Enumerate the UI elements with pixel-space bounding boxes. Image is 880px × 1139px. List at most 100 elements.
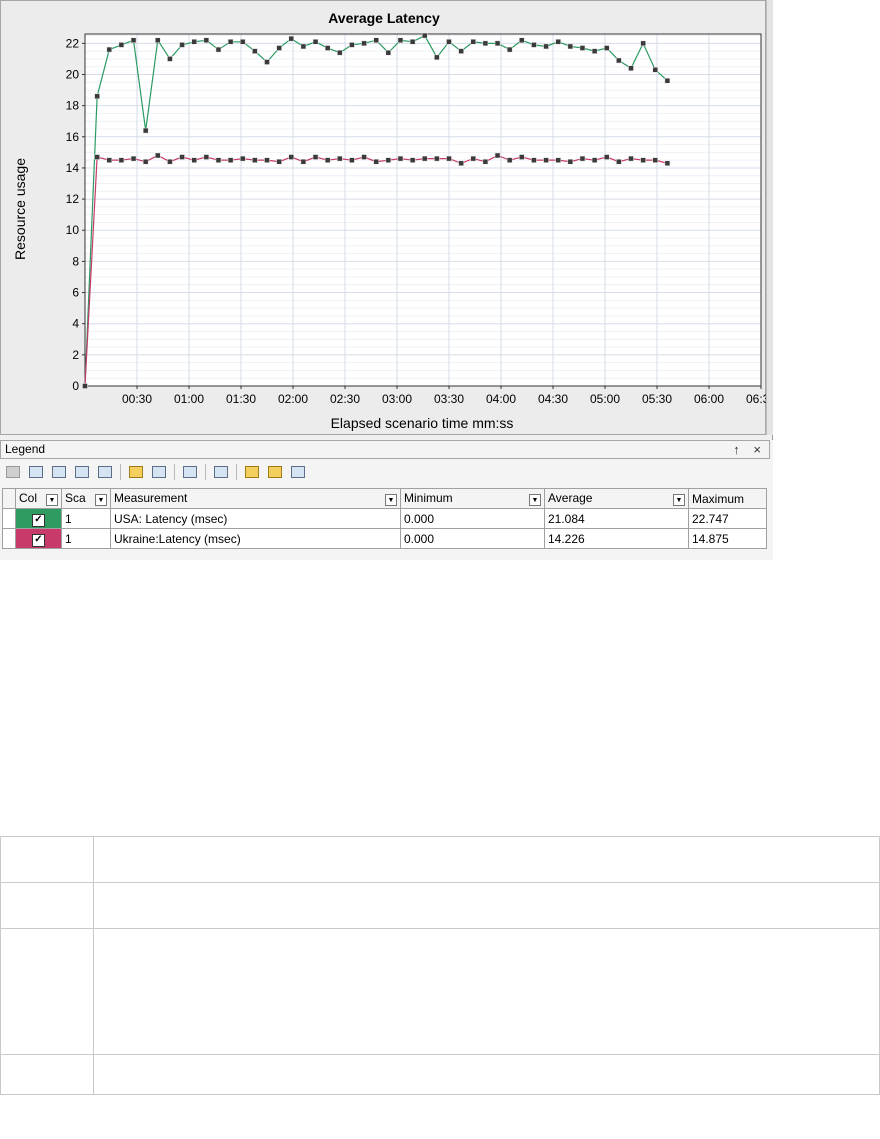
data-point[interactable] xyxy=(227,157,234,163)
table-row[interactable]: ✓ 1 USA: Latency (msec) 0.000 21.084 22.… xyxy=(2,508,767,529)
data-point[interactable] xyxy=(567,43,574,50)
data-point[interactable] xyxy=(215,157,222,163)
chevron-down-icon[interactable]: ▼ xyxy=(673,494,685,506)
data-point[interactable] xyxy=(409,157,416,163)
chart-scrollbar[interactable] xyxy=(766,0,773,435)
data-point[interactable] xyxy=(567,158,574,165)
data-point[interactable] xyxy=(252,157,258,163)
data-point[interactable] xyxy=(446,155,452,162)
column-header-color[interactable]: Col ▼ xyxy=(15,488,62,509)
data-point[interactable] xyxy=(300,43,307,50)
column-header-minimum[interactable]: Minimum ▼ xyxy=(400,488,545,509)
show-measurement-icon[interactable] xyxy=(50,464,68,480)
data-point[interactable] xyxy=(543,157,549,163)
color-swatch[interactable]: ✓ xyxy=(15,528,62,549)
save-legend-icon[interactable] xyxy=(289,464,307,480)
data-point[interactable] xyxy=(664,160,671,167)
animate-icon[interactable] xyxy=(127,464,145,480)
data-point[interactable] xyxy=(324,45,331,51)
data-point[interactable] xyxy=(349,157,355,163)
data-point[interactable] xyxy=(179,42,185,48)
data-point[interactable] xyxy=(555,157,561,163)
data-point[interactable] xyxy=(458,48,464,54)
data-point[interactable] xyxy=(421,32,428,39)
data-point[interactable] xyxy=(579,155,586,162)
visibility-checkbox[interactable]: ✓ xyxy=(32,513,45,527)
chevron-down-icon[interactable]: ▼ xyxy=(529,494,541,506)
columns-icon[interactable] xyxy=(212,464,230,480)
data-point[interactable] xyxy=(155,152,161,159)
data-point[interactable] xyxy=(252,48,258,54)
data-point[interactable] xyxy=(288,154,295,160)
data-point[interactable] xyxy=(142,158,149,165)
filter-icon[interactable] xyxy=(96,464,114,480)
data-point[interactable] xyxy=(276,45,282,51)
data-point[interactable] xyxy=(543,43,549,50)
color-swatch[interactable]: ✓ xyxy=(15,508,62,529)
chevron-down-icon[interactable]: ▼ xyxy=(46,494,58,506)
data-point[interactable] xyxy=(506,46,513,53)
data-point[interactable] xyxy=(385,157,392,163)
data-point[interactable] xyxy=(482,158,489,165)
data-point[interactable] xyxy=(555,39,561,45)
data-point[interactable] xyxy=(579,45,586,51)
configure-measurement-icon[interactable] xyxy=(27,464,45,480)
data-point[interactable] xyxy=(640,40,646,47)
data-point[interactable] xyxy=(409,39,416,45)
data-point[interactable] xyxy=(421,155,428,162)
data-point[interactable] xyxy=(373,158,379,165)
pin-icon[interactable]: ↑ xyxy=(733,442,740,457)
data-point[interactable] xyxy=(276,158,282,165)
chevron-down-icon[interactable]: ▼ xyxy=(95,494,107,506)
data-point[interactable] xyxy=(640,157,646,163)
remove-measurement-icon[interactable] xyxy=(4,464,22,480)
data-point[interactable] xyxy=(300,158,307,165)
data-point[interactable] xyxy=(519,154,525,160)
data-point[interactable] xyxy=(603,45,610,51)
data-point[interactable] xyxy=(458,160,464,167)
data-point[interactable] xyxy=(385,49,392,56)
export-icon[interactable] xyxy=(181,464,199,480)
data-point[interactable] xyxy=(106,157,113,163)
visibility-checkbox[interactable]: ✓ xyxy=(32,533,45,547)
column-header-average[interactable]: Average ▼ xyxy=(544,488,689,509)
data-point[interactable] xyxy=(652,157,659,163)
data-point[interactable] xyxy=(191,39,197,45)
data-point[interactable] xyxy=(264,157,270,163)
data-point[interactable] xyxy=(167,56,173,62)
row-selector[interactable] xyxy=(2,528,16,549)
data-point[interactable] xyxy=(446,39,452,45)
data-point[interactable] xyxy=(94,154,100,160)
data-point[interactable] xyxy=(312,39,319,45)
data-point[interactable] xyxy=(337,49,343,56)
data-point[interactable] xyxy=(494,152,501,159)
data-point[interactable] xyxy=(215,46,222,53)
data-point[interactable] xyxy=(239,155,246,162)
data-point[interactable] xyxy=(191,157,197,163)
data-point[interactable] xyxy=(203,37,210,43)
data-point[interactable] xyxy=(155,37,161,43)
data-point[interactable] xyxy=(603,154,610,160)
column-header-scale[interactable]: Sca ▼ xyxy=(61,488,111,509)
data-point[interactable] xyxy=(434,155,440,162)
show-all-icon[interactable] xyxy=(243,464,261,480)
data-point[interactable] xyxy=(227,39,234,45)
data-point[interactable] xyxy=(482,40,489,47)
data-point[interactable] xyxy=(349,42,355,48)
data-point[interactable] xyxy=(664,77,671,84)
column-header-maximum[interactable]: Maximum xyxy=(688,488,767,509)
data-point[interactable] xyxy=(239,39,246,45)
row-selector[interactable] xyxy=(2,508,16,529)
data-point[interactable] xyxy=(82,383,88,389)
data-point[interactable] xyxy=(118,42,125,48)
data-point[interactable] xyxy=(628,65,634,72)
data-point[interactable] xyxy=(519,37,525,43)
data-point[interactable] xyxy=(652,67,659,73)
data-point[interactable] xyxy=(591,157,598,163)
data-point[interactable] xyxy=(324,157,331,163)
table-row[interactable]: ✓ 1 Ukraine:Latency (msec) 0.000 14.226 … xyxy=(2,528,767,549)
data-point[interactable] xyxy=(94,93,100,100)
view-description-icon[interactable] xyxy=(73,464,91,480)
data-point[interactable] xyxy=(361,154,367,160)
data-point[interactable] xyxy=(506,157,513,163)
